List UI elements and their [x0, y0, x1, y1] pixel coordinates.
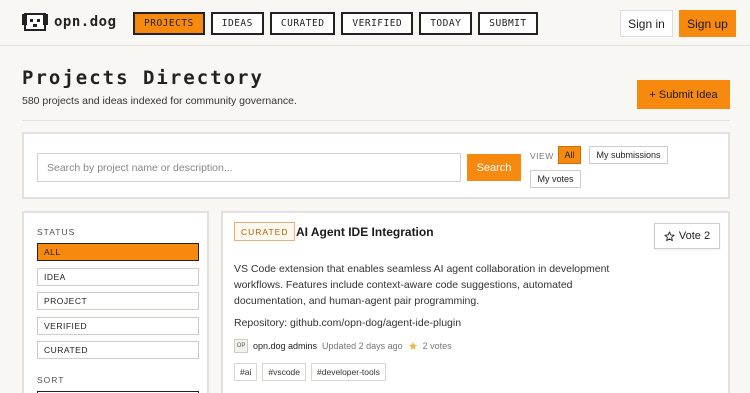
search-panel: Search by project name or description...… — [22, 132, 730, 199]
nav-ideas[interactable]: IDEAS — [210, 12, 264, 35]
repository-link[interactable]: Repository: github.com/opn-dog/agent-ide… — [234, 317, 461, 329]
dog-icon — [22, 13, 48, 31]
vote-button[interactable]: Vote 2 — [654, 223, 720, 249]
filter-sidebar: STATUS ALL IDEA PROJECT VERIFIED CURATED… — [22, 211, 209, 393]
updated-time: Updated 2 days ago — [322, 341, 403, 351]
star-icon — [664, 230, 675, 241]
sign-in-button[interactable]: Sign in — [620, 10, 673, 37]
view-label: VIEW — [530, 151, 554, 161]
tag-vscode[interactable]: #vscode — [262, 363, 307, 381]
brand-logo[interactable]: opn.dog — [22, 11, 117, 33]
nav-projects[interactable]: PROJECTS — [133, 12, 205, 35]
project-title[interactable]: AI Agent IDE Integration — [296, 225, 434, 239]
avatar: OP — [234, 339, 248, 353]
nav-submit[interactable]: SUBMIT — [478, 12, 538, 35]
status-label: STATUS — [37, 227, 76, 237]
search-button[interactable]: Search — [467, 154, 521, 181]
tag-list: #ai #vscode #developer-tools — [234, 363, 386, 381]
vote-count: 2 votes — [422, 341, 452, 351]
view-all-button[interactable]: All — [558, 146, 581, 164]
nav-curated[interactable]: CURATED — [269, 12, 336, 35]
status-filter-curated[interactable]: CURATED — [37, 341, 199, 359]
status-filter-all[interactable]: ALL — [37, 243, 199, 261]
nav-verified[interactable]: VERIFIED — [341, 12, 414, 35]
sort-label: SORT — [37, 375, 65, 385]
status-filter-verified[interactable]: VERIFIED — [37, 317, 199, 335]
page-title: Projects Directory — [22, 67, 264, 89]
status-filter-project[interactable]: PROJECT — [37, 292, 199, 310]
vote-label: Vote 2 — [678, 230, 711, 242]
header-divider — [22, 120, 730, 121]
author-name[interactable]: opn.dog admins — [253, 341, 317, 351]
search-input[interactable]: Search by project name or description... — [37, 153, 461, 182]
top-navigation-bar: opn.dog PROJECTS IDEAS CURATED VERIFIED … — [0, 0, 750, 46]
sign-up-button[interactable]: Sign up — [679, 10, 736, 37]
view-my-votes-button[interactable]: My votes — [530, 170, 581, 188]
main-nav: PROJECTS IDEAS CURATED VERIFIED TODAY SU… — [133, 12, 538, 35]
brand-name: opn.dog — [54, 14, 117, 30]
project-description: VS Code extension that enables seamless … — [234, 263, 610, 307]
nav-today[interactable]: TODAY — [419, 12, 473, 35]
vote-star-icon — [408, 341, 417, 350]
project-card: CURATED AI Agent IDE Integration Vote 2 … — [221, 211, 730, 393]
view-my-submissions-button[interactable]: My submissions — [589, 146, 668, 164]
project-meta: OP opn.dog admins Updated 2 days ago 2 v… — [234, 339, 452, 353]
status-badge: CURATED — [234, 222, 296, 241]
status-filter-idea[interactable]: IDEA — [37, 268, 199, 286]
tag-developer-tools[interactable]: #developer-tools — [311, 363, 386, 381]
page-subtitle: 580 projects and ideas indexed for commu… — [22, 95, 297, 107]
submit-idea-button[interactable]: + Submit Idea — [637, 80, 730, 109]
tag-ai[interactable]: #ai — [234, 363, 258, 381]
